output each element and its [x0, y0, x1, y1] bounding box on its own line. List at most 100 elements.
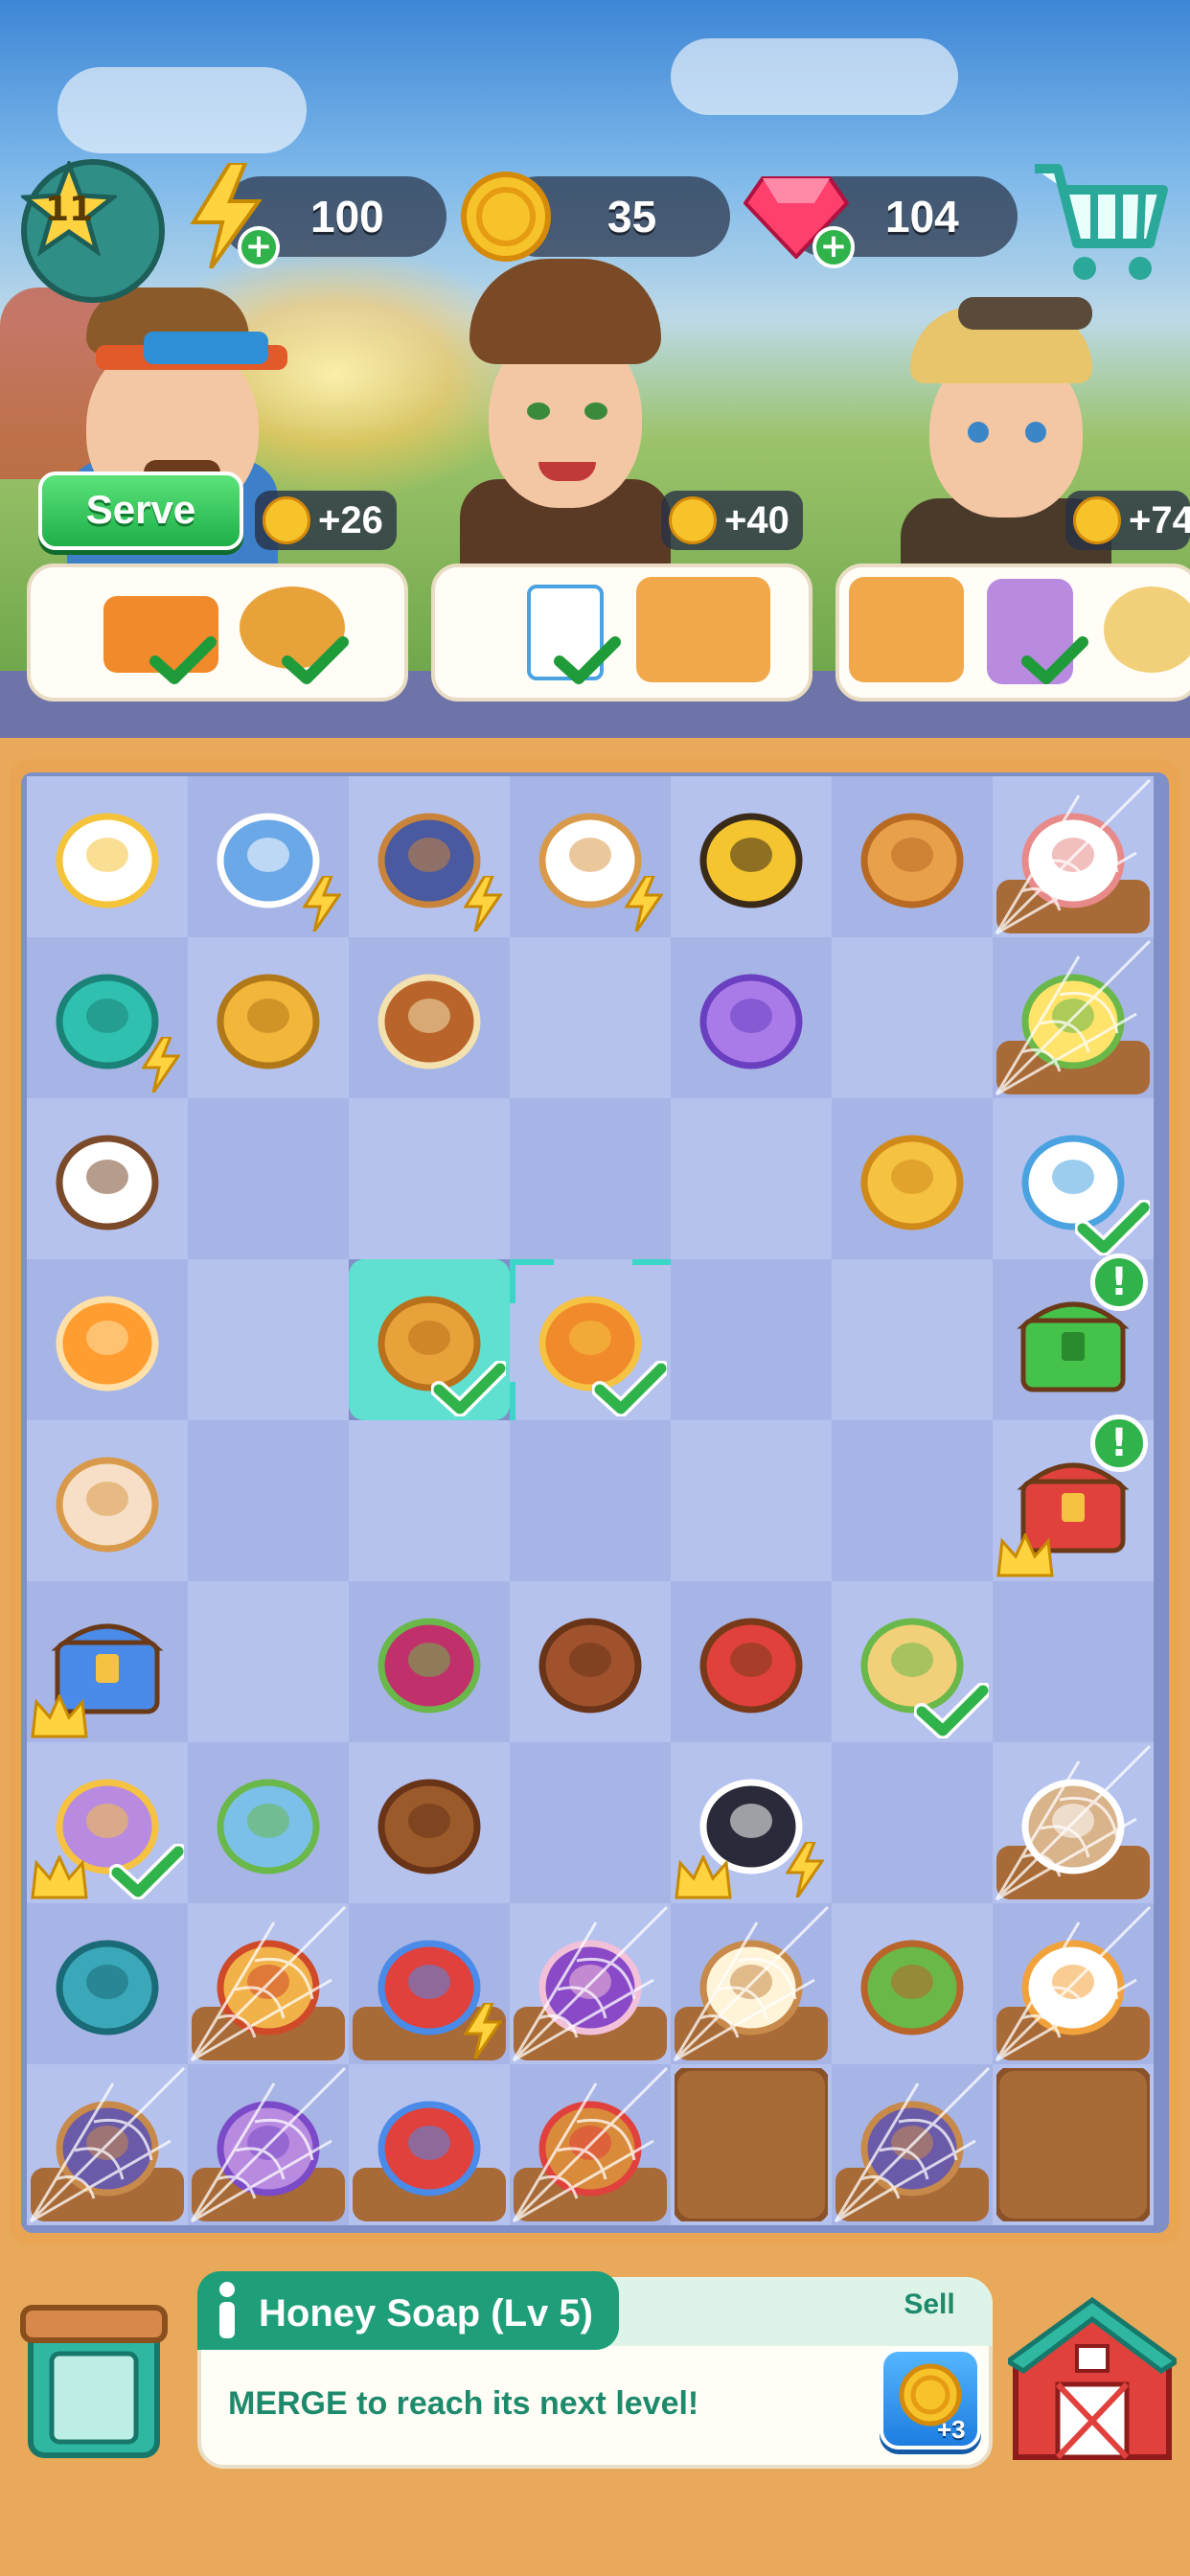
board-cell: [671, 1098, 832, 1259]
coin-value: 35: [607, 192, 657, 242]
board-cell: [671, 1259, 832, 1420]
cobweb-icon: [29, 2066, 186, 2223]
board-cell[interactable]: [27, 1420, 188, 1581]
board-cell: [832, 937, 993, 1098]
purple-clogs-icon: [694, 960, 809, 1075]
board-cell[interactable]: [27, 776, 188, 937]
board-cell[interactable]: [832, 776, 993, 937]
green-handbag-icon: [855, 1926, 970, 2041]
serve-button[interactable]: Serve: [38, 472, 243, 550]
board-cell[interactable]: [510, 1903, 671, 2064]
board-cell[interactable]: !: [993, 1414, 1154, 1581]
board-cell[interactable]: [993, 1903, 1154, 2064]
board-cell[interactable]: [993, 776, 1154, 937]
board-cell[interactable]: [188, 1742, 349, 1903]
board-cell[interactable]: [993, 1742, 1154, 1903]
info-icon[interactable]: [213, 2281, 241, 2340]
board-cell[interactable]: [671, 2064, 832, 2225]
order-card-1[interactable]: [27, 564, 408, 702]
energy-bolt-icon: [142, 1037, 180, 1092]
folded-map-icon: [211, 1765, 326, 1880]
coin-icon: [669, 496, 717, 544]
board-cell: [510, 1742, 671, 1903]
board-cell[interactable]: [993, 2064, 1154, 2225]
storage-cabinet-icon[interactable]: [17, 2300, 171, 2465]
board-cell[interactable]: [27, 1098, 188, 1259]
alert-badge: !: [1090, 1414, 1148, 1472]
customer-2[interactable]: [450, 259, 680, 565]
board-cell[interactable]: [993, 1098, 1154, 1259]
coin-icon: [460, 171, 552, 263]
board-cell[interactable]: [349, 1742, 510, 1903]
board-cell: [349, 1420, 510, 1581]
board-cell[interactable]: [832, 1903, 993, 2064]
dirt-box-icon: [996, 2068, 1150, 2221]
board-cell[interactable]: [188, 776, 349, 937]
energy-bolt-icon: [786, 1842, 824, 1898]
cobweb-icon: [995, 778, 1152, 935]
cloud: [57, 67, 307, 153]
customer-1-reward: +26: [255, 491, 397, 550]
eye: [1025, 422, 1046, 443]
board-cell[interactable]: [349, 1259, 510, 1420]
board-cell[interactable]: [349, 1903, 510, 2064]
breakfast-set-icon: [636, 577, 770, 682]
board-cell[interactable]: [349, 937, 510, 1098]
reward-value: +40: [724, 499, 790, 541]
board-cell[interactable]: [671, 937, 832, 1098]
cobweb-icon: [995, 939, 1152, 1096]
order-card-3[interactable]: [835, 564, 1190, 702]
board-cell[interactable]: [188, 2064, 349, 2225]
board-cell[interactable]: [671, 1581, 832, 1742]
customer-3-reward: +74: [1065, 491, 1190, 550]
board-cell[interactable]: [510, 1259, 676, 1426]
book-stack-icon: [372, 2087, 487, 2202]
customer-2-reward: +40: [661, 491, 803, 550]
board-cell[interactable]: [510, 1581, 671, 1742]
board-cell[interactable]: [27, 2064, 188, 2225]
board-cell[interactable]: [671, 1903, 832, 2064]
board-cell[interactable]: [671, 776, 832, 937]
level-star-icon[interactable]: 11: [21, 161, 117, 257]
board-cell[interactable]: [832, 1098, 993, 1259]
board-cell[interactable]: !: [993, 1254, 1154, 1420]
board-cell[interactable]: [349, 1581, 510, 1742]
board-cell[interactable]: [510, 776, 671, 937]
energy-bolt-icon: [625, 876, 663, 932]
add-gems-button[interactable]: +: [812, 226, 855, 268]
board-cell[interactable]: [27, 937, 188, 1098]
board-cell[interactable]: [188, 937, 349, 1098]
energy-bolt-icon: [464, 2003, 502, 2058]
board-cell[interactable]: [349, 776, 510, 937]
check-icon: [914, 1683, 989, 1738]
cobweb-icon: [512, 2066, 669, 2223]
board-cell[interactable]: [27, 1903, 188, 2064]
board-cell[interactable]: [671, 1742, 832, 1903]
board-cell[interactable]: [832, 1581, 993, 1742]
selection-bracket: [510, 1259, 554, 1303]
board-cell[interactable]: [993, 937, 1154, 1098]
board-cell[interactable]: [27, 1581, 188, 1742]
board-cell: [510, 1420, 671, 1581]
coin-icon: [263, 496, 310, 544]
cobweb-icon: [190, 2066, 347, 2223]
board-cell[interactable]: [832, 2064, 993, 2225]
crown-icon: [31, 1855, 88, 1899]
sell-label: Sell: [904, 2288, 955, 2320]
add-energy-button[interactable]: +: [238, 226, 280, 268]
board-cell[interactable]: [349, 2064, 510, 2225]
barn-shop-icon[interactable]: [1003, 2296, 1181, 2465]
cobweb-icon: [995, 1744, 1152, 1901]
board-cell: [671, 1420, 832, 1581]
board-cell[interactable]: [27, 1259, 188, 1420]
order-card-2[interactable]: [431, 564, 812, 702]
sell-button[interactable]: [880, 2348, 981, 2450]
board-cell[interactable]: [188, 1903, 349, 2064]
cobweb-icon: [190, 1905, 347, 2062]
orange-juice-icon: [50, 1282, 165, 1397]
whisk-icon: [50, 1926, 165, 2041]
board-cell[interactable]: [27, 1742, 188, 1903]
shop-cart-icon[interactable]: [1027, 155, 1171, 289]
cloud: [671, 38, 958, 115]
board-cell[interactable]: [510, 2064, 671, 2225]
